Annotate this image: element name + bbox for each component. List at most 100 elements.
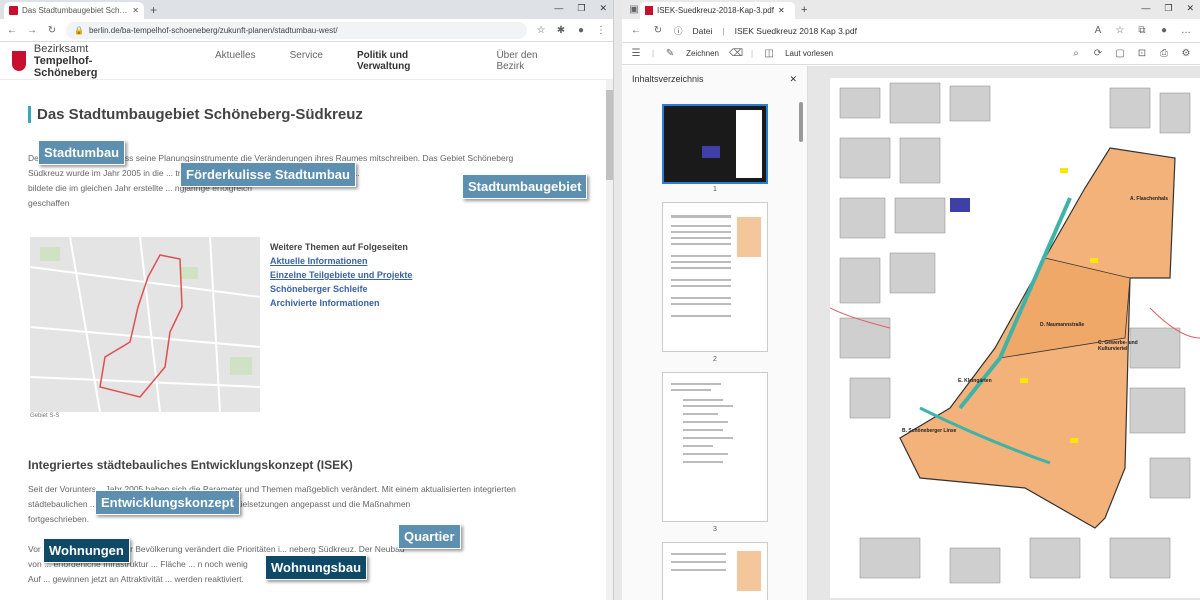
page-scrollbar[interactable] [606, 80, 613, 600]
nav-service[interactable]: Service [290, 50, 323, 72]
address-bar[interactable]: 🔒 berlin.de/ba-tempelhof-schoeneberg/zuk… [66, 21, 527, 39]
link-subareas[interactable]: Einzelne Teilgebiete und Projekte [270, 268, 412, 282]
read-aloud-button[interactable]: Laut vorlesen [785, 49, 833, 58]
area-map-image[interactable] [30, 237, 260, 412]
favorite-icon[interactable]: ☆ [1114, 25, 1126, 36]
pdf-tab[interactable]: ISEK-Suedkreuz-2018-Kap-3.pdf ✕ [640, 2, 795, 19]
new-tab-button[interactable]: + [801, 4, 807, 16]
bear-crest-icon [12, 50, 26, 71]
search-icon[interactable]: ⌕ [1070, 48, 1082, 59]
brand[interactable]: Bezirksamt Tempelhof-Schöneberg [34, 43, 155, 79]
reload-icon[interactable]: ↻ [46, 25, 58, 36]
thumbnail-page-2[interactable] [662, 202, 768, 352]
url-text: berlin.de/ba-tempelhof-schoeneberg/zukun… [88, 25, 338, 35]
back-icon[interactable]: ← [6, 25, 18, 36]
tag-quartier: Quartier [398, 524, 461, 549]
close-window-button[interactable]: ✕ [599, 3, 607, 14]
new-tab-button[interactable]: + [150, 3, 157, 17]
map-label-d: D. Naumannstraße [1040, 322, 1085, 328]
tag-entwicklungskonzept: Entwicklungskonzept [95, 490, 240, 515]
minimize-button[interactable]: — [1141, 3, 1150, 14]
further-topics: Weitere Themen auf Folgeseiten Aktuelle … [270, 240, 412, 310]
edge-tab-strip: ▣ ISEK-Suedkreuz-2018-Kap-3.pdf ✕ + — ❐ … [622, 0, 1200, 19]
fit-page-icon[interactable]: ▢ [1114, 48, 1126, 59]
map-caption: Gebiet S-S [30, 413, 60, 419]
edge-toolbar: ← ↻ ⓘ Datei | ISEK Suedkreuz 2018 Kap 3.… [622, 19, 1200, 43]
star-icon[interactable]: ☆ [535, 25, 547, 36]
close-toc-icon[interactable]: ✕ [789, 74, 797, 85]
pdf-file-icon [645, 6, 653, 15]
menu-icon[interactable]: ⋮ [595, 25, 607, 36]
save-icon[interactable]: ⊡ [1136, 48, 1148, 59]
isek-heading: Integriertes städtebauliches Entwicklung… [28, 458, 353, 472]
nav-aktuelles[interactable]: Aktuelles [215, 50, 256, 72]
lock-icon: 🔒 [74, 25, 84, 35]
tab-title: Das Stadtumbaugebiet Schöneb... [22, 6, 129, 15]
rotate-icon[interactable]: ⟳ [1092, 48, 1104, 59]
doc-title: ISEK Suedkreuz 2018 Kap 3.pdf [734, 25, 857, 36]
toc-toggle-icon[interactable]: ☰ [630, 48, 642, 59]
profile-icon[interactable]: ● [575, 25, 587, 36]
page-number-2: 2 [713, 356, 717, 363]
settings-icon[interactable]: ⚙ [1180, 48, 1192, 59]
back-icon[interactable]: ← [630, 25, 642, 36]
tab-strip: Das Stadtumbaugebiet Schöneb... ✕ + — ❐ … [0, 0, 613, 19]
minimize-button[interactable]: — [554, 3, 563, 14]
edge-window: ▣ ISEK-Suedkreuz-2018-Kap-3.pdf ✕ + — ❐ … [622, 0, 1200, 600]
chrome-window: Das Stadtumbaugebiet Schöneb... ✕ + — ❐ … [0, 0, 614, 600]
link-current-info[interactable]: Aktuelle Informationen [270, 254, 412, 268]
thumbnail-page-3[interactable] [662, 372, 768, 522]
close-tab-icon[interactable]: ✕ [778, 6, 785, 15]
page-title: Das Stadtumbaugebiet Schöneberg-Südkreuz [28, 106, 363, 123]
tag-foerderkulisse: Förderkulisse Stadtumbau [180, 162, 356, 187]
map-label-c: C. Gewerbe- und Kulturviertel [1098, 340, 1138, 352]
forward-icon[interactable]: → [26, 25, 38, 36]
menu-icon[interactable]: … [1180, 25, 1192, 36]
reload-icon[interactable]: ↻ [652, 25, 664, 36]
window-controls: — ❐ ✕ [554, 3, 607, 14]
print-icon[interactable]: ⎙ [1158, 48, 1170, 59]
pdf-viewport[interactable]: A. Flaschenhals B. Schöneberger Linse C.… [808, 66, 1200, 600]
read-aloud-icon[interactable]: ◫ [763, 48, 775, 59]
pdf-page-map: A. Flaschenhals B. Schöneberger Linse C.… [830, 78, 1200, 598]
tag-wohnungen: Wohnungen [43, 538, 130, 563]
thumbnail-page-1[interactable] [662, 104, 768, 184]
page-number-3: 3 [713, 526, 717, 533]
extensions-icon[interactable]: ✱ [555, 25, 567, 36]
read-mode-icon[interactable]: A [1092, 25, 1104, 36]
profile-icon[interactable]: ● [1158, 25, 1170, 36]
topics-heading: Weitere Themen auf Folgeseiten [270, 242, 408, 252]
main-nav: Aktuelles Service Politik und Verwaltung… [215, 50, 601, 72]
toc-scrollbar[interactable] [799, 102, 803, 142]
file-info-icon[interactable]: ⓘ [674, 25, 683, 37]
page-number-1: 1 [713, 186, 717, 193]
nav-bezirk[interactable]: Über den Bezirk [496, 50, 567, 72]
maximize-button[interactable]: ❐ [577, 3, 585, 14]
browser-tab[interactable]: Das Stadtumbaugebiet Schöneb... ✕ [4, 2, 144, 19]
nav-politik[interactable]: Politik und Verwaltung [357, 50, 463, 72]
eraser-icon[interactable]: ⌫ [729, 48, 743, 59]
close-window-button[interactable]: ✕ [1186, 3, 1194, 14]
edge-window-controls: — ❐ ✕ [1141, 3, 1194, 14]
pdf-tab-title: ISEK-Suedkreuz-2018-Kap-3.pdf [657, 6, 774, 15]
file-label: Datei [692, 25, 713, 36]
site-header: Bezirksamt Tempelhof-Schöneberg Aktuelle… [0, 42, 613, 80]
map-label-a: A. Flaschenhals [1130, 196, 1169, 202]
tag-wohnungsbau: Wohnungsbau [265, 555, 368, 580]
window-divider [614, 0, 622, 600]
toolbar: ← → ↻ 🔒 berlin.de/ba-tempelhof-schoenebe… [0, 19, 613, 42]
link-schleife[interactable]: Schöneberger Schleife [270, 282, 412, 296]
collections-icon[interactable]: ⧉ [1136, 25, 1148, 36]
maximize-button[interactable]: ❐ [1164, 3, 1172, 14]
brand-line2: Tempelhof-Schöneberg [33, 54, 98, 79]
brand-line1: Bezirksamt [33, 42, 89, 55]
tab-actions-icon[interactable]: ▣ [628, 4, 640, 15]
close-tab-icon[interactable]: ✕ [132, 6, 139, 15]
favicon-icon [9, 6, 18, 15]
toc-title: Inhaltsverzeichnis [632, 74, 704, 84]
link-archive[interactable]: Archivierte Informationen [270, 296, 412, 310]
draw-icon[interactable]: ✎ [664, 48, 676, 59]
thumbnail-page-4[interactable] [662, 542, 768, 600]
draw-label[interactable]: Zeichnen [686, 49, 719, 58]
tag-stadtumbaugebiet: Stadtumbaugebiet [462, 174, 588, 199]
